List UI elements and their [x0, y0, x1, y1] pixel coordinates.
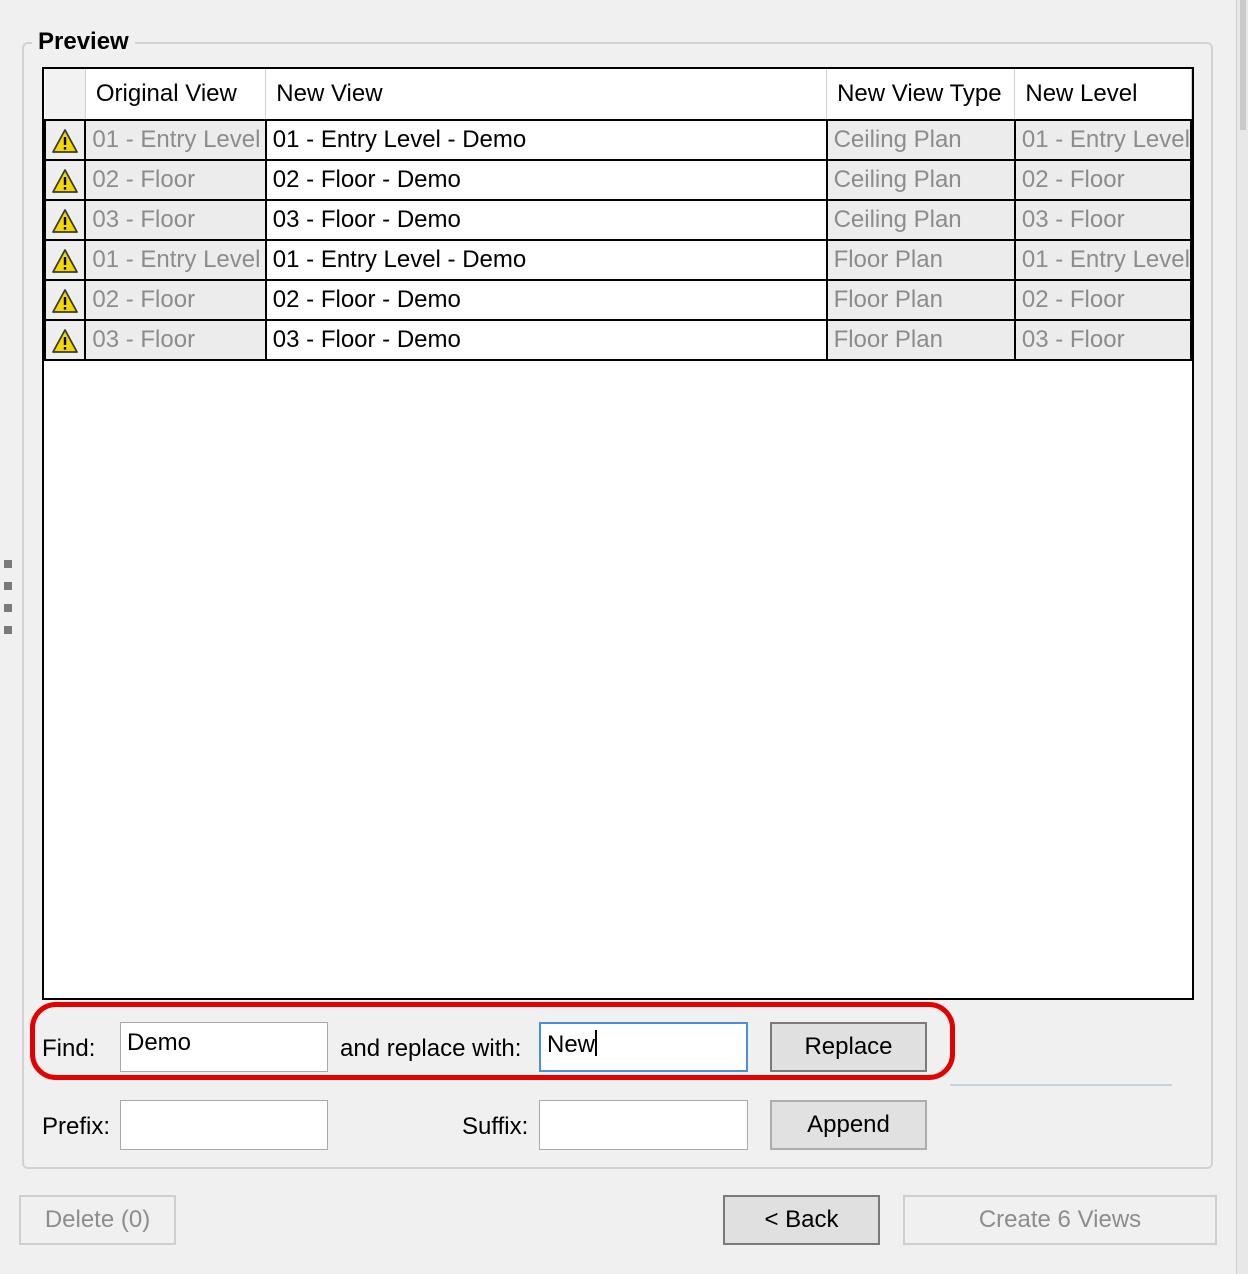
- delete-button[interactable]: Delete (0): [19, 1195, 176, 1245]
- original-view-cell: 02 - Floor: [84, 160, 267, 201]
- warning-icon: [52, 328, 79, 353]
- row-header[interactable]: [44, 280, 87, 321]
- new-level-cell: 01 - Entry Level: [1013, 120, 1192, 161]
- suffix-label: Suffix:: [462, 1113, 529, 1140]
- preview-title: Preview: [32, 26, 135, 58]
- original-view-cell: 02 - Floor: [84, 280, 267, 321]
- create-views-button[interactable]: Create 6 Views: [903, 1195, 1217, 1245]
- table-header-row: Original View New View New View Type New…: [45, 69, 1192, 121]
- table-row[interactable]: 01 - Entry Level 01 - Entry Level - Demo F…: [44, 240, 1192, 281]
- column-header-new-view[interactable]: New View: [265, 69, 828, 121]
- new-level-cell: 01 - Entry Level: [1013, 240, 1192, 281]
- resize-grip[interactable]: [4, 626, 12, 634]
- resize-grip[interactable]: [4, 560, 12, 568]
- scrollbar-thumb[interactable]: [1240, 0, 1246, 130]
- original-view-cell: 03 - Floor: [84, 200, 267, 241]
- new-view-type-cell: Floor Plan: [825, 320, 1016, 361]
- table-row[interactable]: 01 - Entry Level 01 - Entry Level - Demo C…: [44, 120, 1192, 161]
- new-view-cell[interactable]: 01 - Entry Level - Demo: [264, 120, 828, 161]
- row-header[interactable]: [44, 200, 87, 241]
- replace-input[interactable]: New: [539, 1022, 748, 1072]
- row-header[interactable]: [44, 160, 87, 201]
- warning-icon: [52, 128, 79, 153]
- original-view-cell: 01 - Entry Level: [84, 240, 267, 281]
- original-view-cell: 01 - Entry Level: [84, 120, 267, 161]
- warning-icon: [52, 168, 79, 193]
- suffix-input[interactable]: [539, 1100, 748, 1150]
- column-header-new-view-type[interactable]: New View Type: [826, 69, 1016, 121]
- new-view-cell[interactable]: 03 - Floor - Demo: [264, 320, 828, 361]
- new-view-type-cell: Ceiling Plan: [825, 160, 1016, 201]
- find-input[interactable]: Demo: [120, 1022, 328, 1072]
- new-level-cell: 03 - Floor: [1013, 200, 1192, 241]
- column-header-original-view[interactable]: Original View: [85, 69, 267, 121]
- replace-button[interactable]: Replace: [770, 1022, 927, 1072]
- back-button[interactable]: < Back: [723, 1195, 880, 1245]
- table-row[interactable]: 02 - Floor 02 - Floor - Demo Ceiling Plan 0…: [44, 160, 1192, 201]
- prefix-label: Prefix:: [42, 1113, 111, 1140]
- window-right-edge: [1236, 0, 1248, 1274]
- new-view-cell[interactable]: 02 - Floor - Demo: [264, 280, 828, 321]
- row-header[interactable]: [44, 240, 87, 281]
- find-label: Find:: [42, 1035, 96, 1062]
- new-level-cell: 02 - Floor: [1013, 280, 1192, 321]
- new-view-cell[interactable]: 02 - Floor - Demo: [264, 160, 828, 201]
- row-header[interactable]: [44, 120, 87, 161]
- append-button[interactable]: Append: [770, 1100, 927, 1150]
- table-row[interactable]: 03 - Floor 03 - Floor - Demo Floor Plan 03 …: [44, 320, 1192, 361]
- warning-icon: [52, 248, 79, 273]
- new-level-cell: 02 - Floor: [1013, 160, 1192, 201]
- row-header[interactable]: [44, 320, 87, 361]
- text-caret: [595, 1030, 598, 1056]
- row-header-corner: [45, 69, 86, 121]
- resize-grip[interactable]: [4, 604, 12, 612]
- replace-input-value: New: [547, 1031, 596, 1058]
- find-input-value: Demo: [127, 1029, 192, 1056]
- new-view-type-cell: Ceiling Plan: [825, 200, 1016, 241]
- views-table: Original View New View New View Type New…: [44, 69, 1192, 361]
- table-row[interactable]: 03 - Floor 03 - Floor - Demo Ceiling Plan 0…: [44, 200, 1192, 241]
- prefix-input[interactable]: [120, 1100, 328, 1150]
- warning-icon: [52, 208, 79, 233]
- warning-icon: [52, 288, 79, 313]
- resize-grip[interactable]: [4, 582, 12, 590]
- new-view-type-cell: Ceiling Plan: [825, 120, 1016, 161]
- new-view-cell[interactable]: 03 - Floor - Demo: [264, 200, 828, 241]
- column-header-new-level[interactable]: New Level: [1014, 69, 1192, 121]
- new-view-type-cell: Floor Plan: [825, 280, 1016, 321]
- original-view-cell: 03 - Floor: [84, 320, 267, 361]
- table-row[interactable]: 02 - Floor 02 - Floor - Demo Floor Plan 02 …: [44, 280, 1192, 321]
- new-level-cell: 03 - Floor: [1013, 320, 1192, 361]
- new-view-type-cell: Floor Plan: [825, 240, 1016, 281]
- separator-line: [950, 1084, 1172, 1086]
- replace-label: and replace with:: [340, 1035, 522, 1062]
- preview-grid[interactable]: Original View New View New View Type New…: [42, 67, 1194, 1000]
- new-view-cell[interactable]: 01 - Entry Level - Demo: [264, 240, 828, 281]
